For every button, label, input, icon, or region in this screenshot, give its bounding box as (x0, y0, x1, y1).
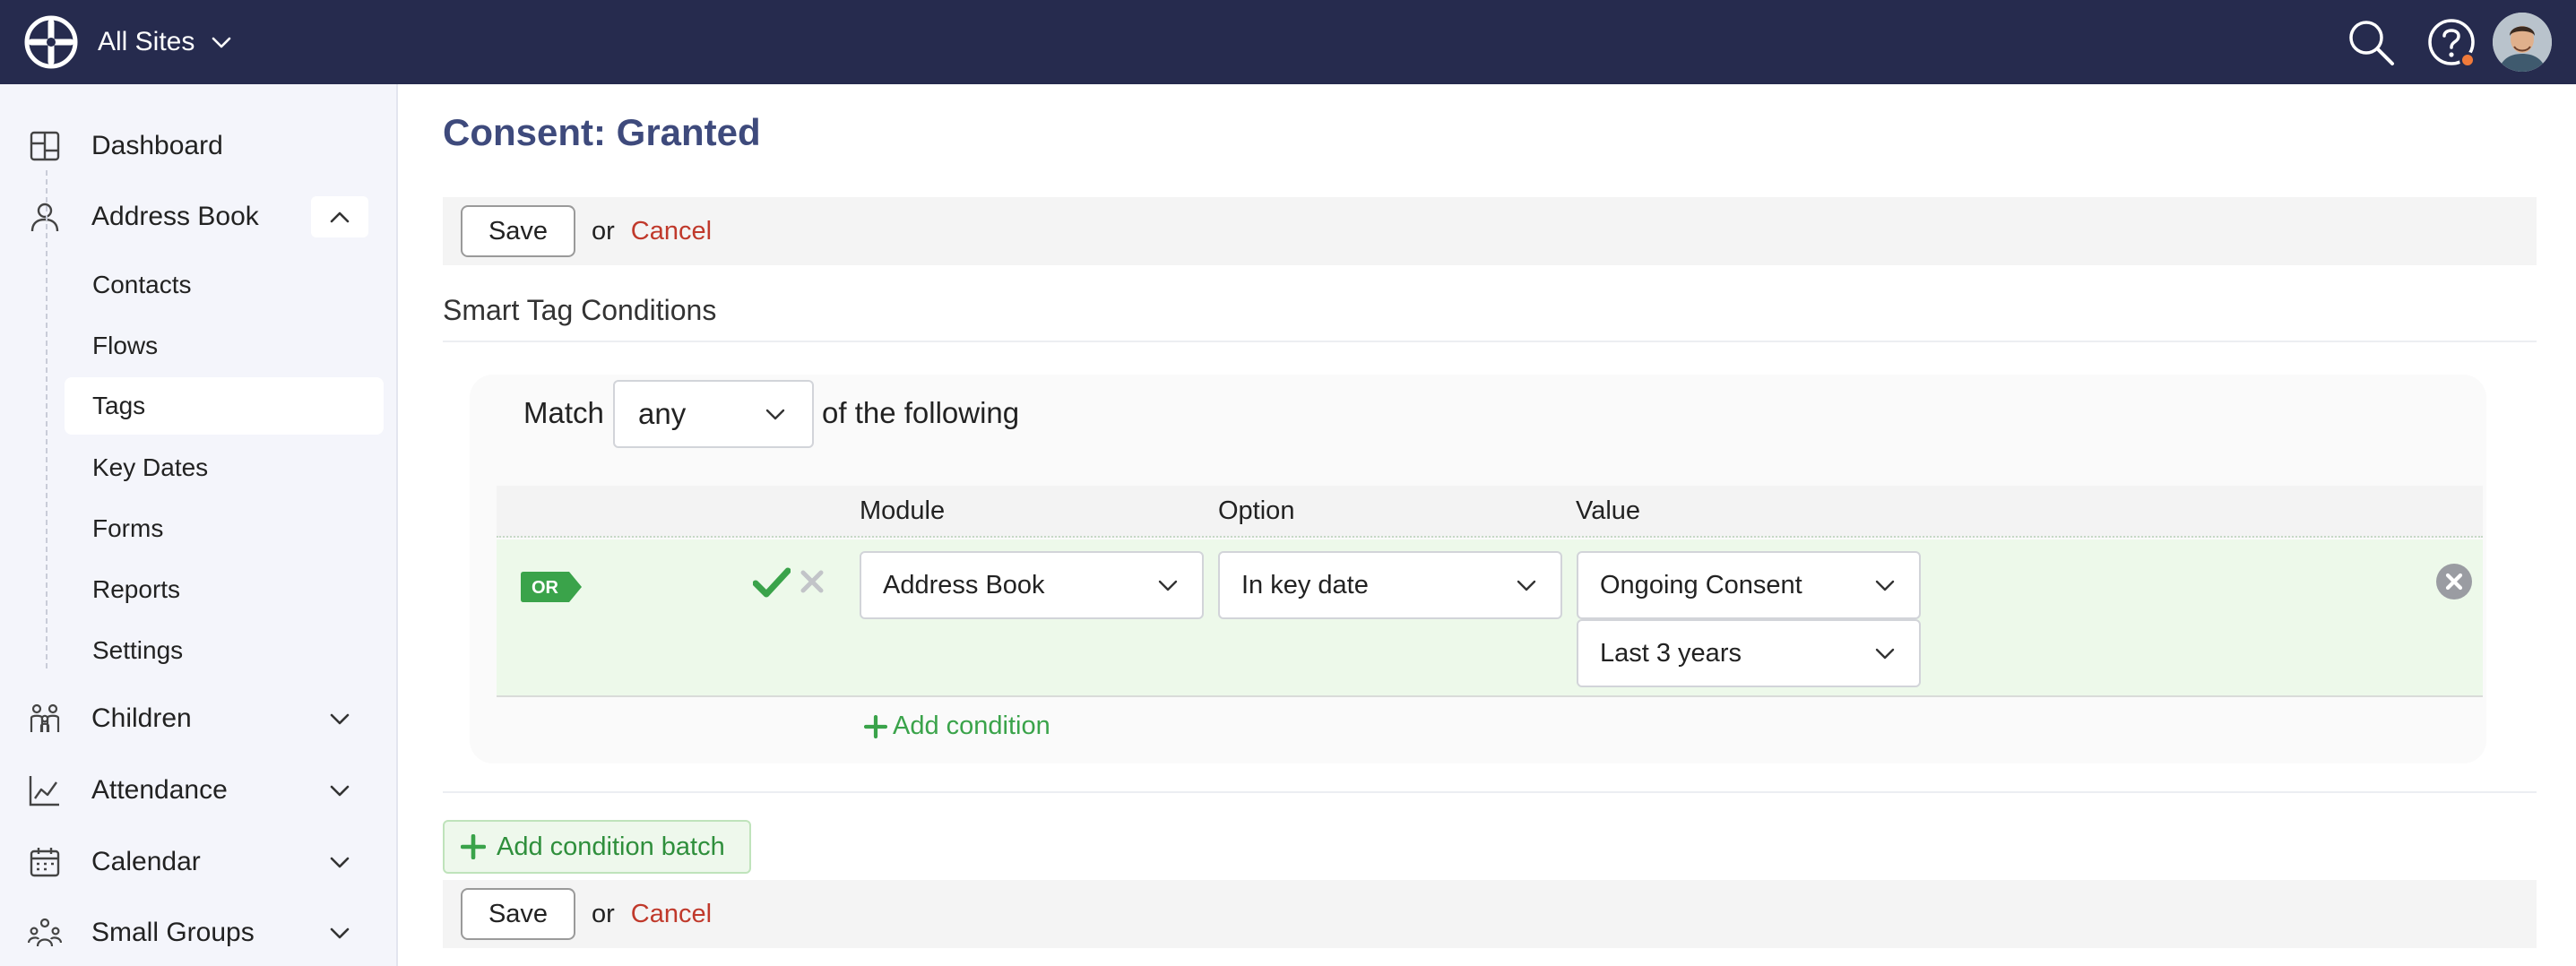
sidebar-subitem-settings[interactable]: Settings (65, 622, 384, 679)
add-condition-batch-label: Add condition batch (497, 832, 725, 861)
chevron-down-icon[interactable] (324, 847, 355, 877)
chevron-down-icon (1875, 580, 1895, 591)
value-select-value: Ongoing Consent (1600, 570, 1802, 599)
sidebar-item-label: Children (91, 703, 192, 733)
sidebar-subitem-reports[interactable]: Reports (65, 561, 384, 618)
sidebar-subitem-forms[interactable]: Forms (65, 500, 384, 557)
column-header-value: Value (1576, 496, 1641, 525)
plus-icon (461, 834, 486, 859)
option-select-value: In key date (1241, 570, 1369, 599)
close-icon[interactable] (799, 568, 826, 595)
module-select[interactable]: Address Book (860, 551, 1204, 619)
match-label: Match (523, 396, 604, 429)
match-select[interactable]: any (613, 380, 814, 448)
sidebar-item-calendar[interactable]: Calendar (0, 831, 396, 893)
timeframe-select-value: Last 3 years (1600, 638, 1742, 668)
sidebar-item-label: Address Book (91, 202, 259, 231)
or-text: or (592, 216, 615, 246)
cancel-link[interactable]: Cancel (631, 900, 712, 929)
chevron-down-icon (1875, 648, 1895, 660)
divider (443, 341, 2537, 342)
add-condition-label: Add condition (893, 712, 1050, 740)
sidebar-subitem-tags[interactable]: Tags (65, 377, 384, 435)
sidebar-subitem-key-dates[interactable]: Key Dates (65, 439, 384, 496)
sidebar-item-small-groups[interactable]: Small Groups (0, 901, 396, 964)
column-header-module: Module (860, 496, 946, 525)
collapse-toggle[interactable] (311, 196, 368, 237)
cancel-link[interactable]: Cancel (631, 217, 712, 246)
timeframe-select[interactable]: Last 3 years (1577, 619, 1921, 687)
notification-dot (2459, 52, 2476, 68)
or-badge: OR (521, 572, 582, 602)
match-suffix: of the following (822, 396, 1020, 429)
remove-condition-icon[interactable] (2435, 563, 2473, 600)
chart-icon (29, 776, 59, 806)
calendar-icon (30, 848, 60, 877)
avatar[interactable] (2493, 13, 2552, 72)
sidebar-item-label: Dashboard (91, 131, 223, 160)
sidebar-item-children[interactable]: Children (0, 687, 396, 750)
children-icon (30, 703, 60, 732)
module-select-value: Address Book (883, 570, 1045, 599)
sidebar-item-dashboard[interactable]: Dashboard (0, 115, 396, 177)
save-button[interactable]: Save (461, 888, 575, 940)
value-select[interactable]: Ongoing Consent (1577, 551, 1921, 619)
divider (443, 791, 2537, 793)
column-header-option: Option (1218, 496, 1295, 525)
page-title: Consent: Granted (443, 111, 761, 153)
save-button[interactable]: Save (461, 205, 575, 257)
sidebar-item-label: Attendance (91, 775, 228, 805)
site-switcher[interactable]: All Sites (98, 22, 234, 63)
section-title: Smart Tag Conditions (443, 294, 717, 326)
chevron-down-icon (765, 409, 785, 420)
groups-icon (28, 918, 62, 947)
conditions-table-header: Module Option Value (497, 486, 2483, 538)
search-icon[interactable] (2344, 15, 2398, 69)
submenu-guide-line (46, 170, 48, 668)
sidebar-item-label: Small Groups (91, 918, 255, 947)
chevron-down-icon[interactable] (324, 918, 355, 948)
sidebar-subitem-flows[interactable]: Flows (65, 317, 384, 375)
chevron-down-icon (1517, 580, 1536, 591)
sidebar-item-label: Calendar (91, 847, 201, 876)
match-select-value: any (638, 397, 687, 430)
sidebar-subitem-contacts[interactable]: Contacts (65, 256, 384, 314)
dashboard-icon (30, 131, 60, 161)
site-switcher-label: All Sites (98, 27, 195, 56)
sidebar-item-attendance[interactable]: Attendance (0, 759, 396, 822)
add-condition-link[interactable]: Add condition (864, 712, 1050, 741)
logo-icon[interactable] (24, 15, 78, 69)
chevron-down-icon (212, 37, 231, 48)
chevron-down-icon[interactable] (324, 703, 355, 734)
add-condition-batch-button[interactable]: Add condition batch (443, 820, 751, 874)
or-badge-text: OR (532, 578, 559, 598)
bottom-action-bar: Save or Cancel (443, 880, 2537, 948)
top-bar (0, 0, 2576, 84)
person-icon (30, 203, 59, 232)
option-select[interactable]: In key date (1218, 551, 1562, 619)
chevron-up-icon (330, 211, 350, 223)
or-text: or (592, 899, 615, 928)
chevron-down-icon (1158, 580, 1178, 591)
check-icon[interactable] (753, 566, 791, 599)
sidebar-item-address-book[interactable]: Address Book (0, 185, 396, 248)
plus-icon (864, 714, 887, 738)
chevron-down-icon[interactable] (324, 775, 355, 806)
top-action-bar: Save or Cancel (443, 197, 2537, 265)
